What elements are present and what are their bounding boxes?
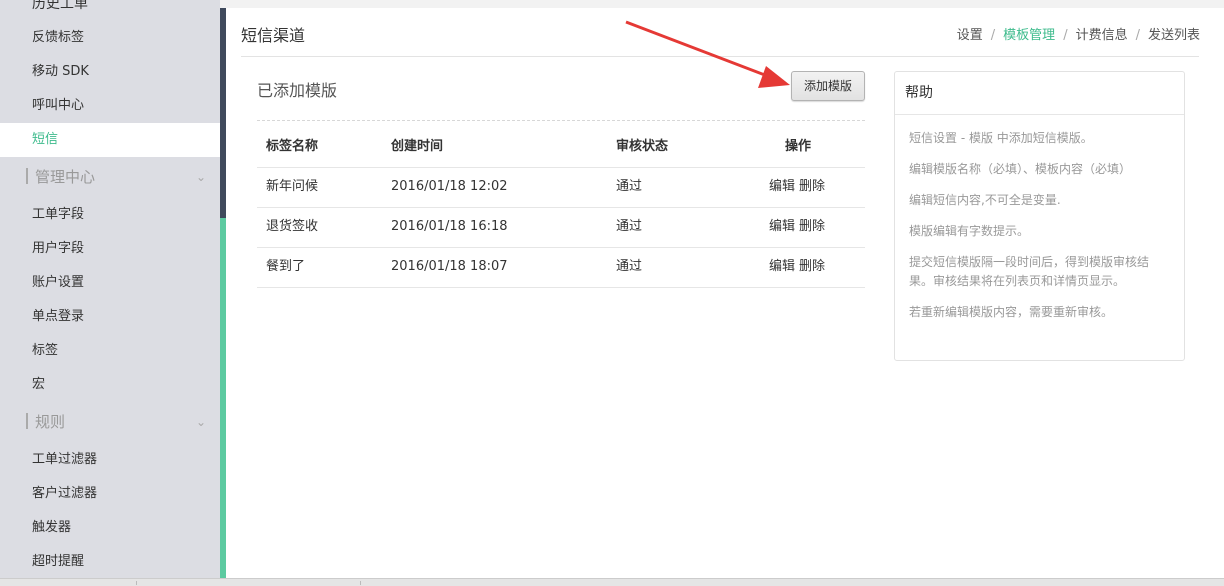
bottom-seg [152, 581, 361, 585]
bottom-seg [0, 581, 137, 585]
arrow-head [758, 66, 790, 88]
arrow-shaft [625, 20, 771, 79]
red-arrow-annotation [625, 20, 790, 88]
bottom-scrollbar [0, 578, 1224, 586]
